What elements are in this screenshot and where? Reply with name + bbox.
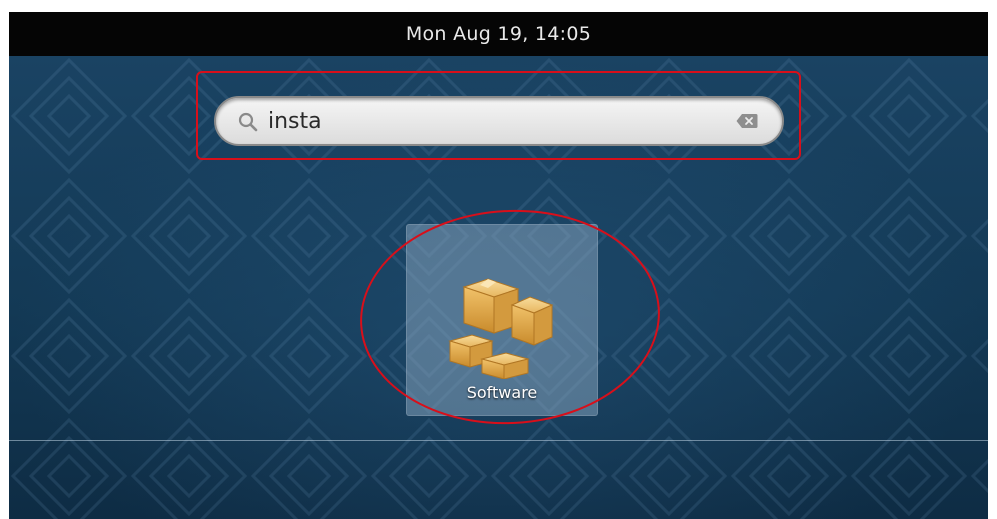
- search-input[interactable]: [268, 105, 708, 137]
- clock-label[interactable]: Mon Aug 19, 14:05: [406, 23, 591, 45]
- clear-icon[interactable]: [736, 113, 758, 129]
- divider-line: [9, 440, 988, 441]
- search-field[interactable]: [214, 96, 784, 146]
- top-bar: Mon Aug 19, 14:05: [9, 12, 988, 56]
- search-icon: [238, 112, 258, 132]
